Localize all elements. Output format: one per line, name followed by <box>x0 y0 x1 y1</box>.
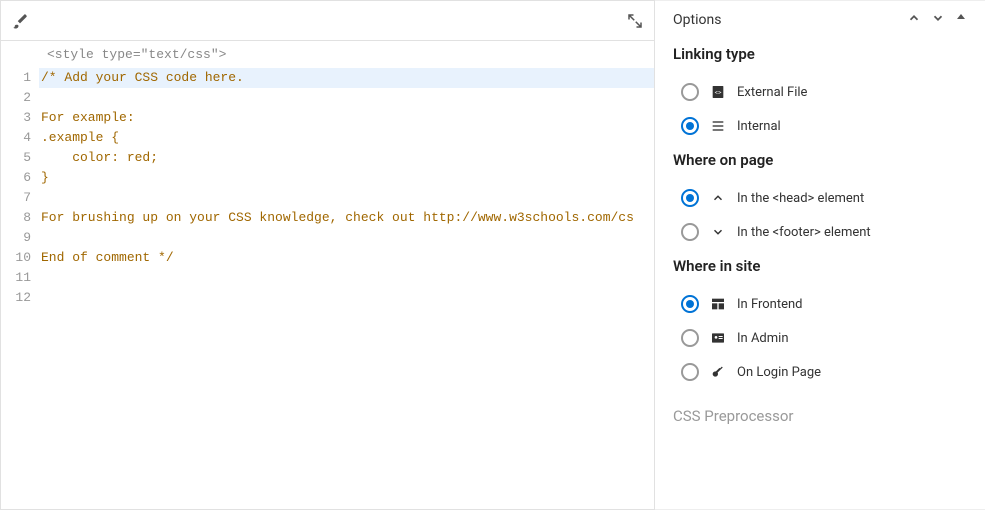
code-line[interactable]: } <box>39 168 654 188</box>
option-label: In Admin <box>737 331 789 346</box>
linking-type-external[interactable]: <> External File <box>681 75 967 109</box>
editor-toolbar <box>1 1 654 41</box>
options-title: Options <box>673 12 721 28</box>
options-panel: Options Linking type <> External File In… <box>655 0 985 510</box>
code-line[interactable]: End of comment */ <box>39 248 654 268</box>
caret-up-icon[interactable] <box>955 11 967 29</box>
editor-body[interactable]: 123456789101112 /* Add your CSS code her… <box>1 68 654 509</box>
line-gutter: 123456789101112 <box>1 68 39 509</box>
line-number: 7 <box>1 188 31 208</box>
code-line[interactable] <box>39 188 654 208</box>
option-label: In the <head> element <box>737 191 864 206</box>
chevron-down-icon <box>709 225 727 239</box>
id-card-icon <box>709 330 727 346</box>
editor-style-tag: <style type="text/css"> <box>1 41 654 68</box>
where-on-page-footer[interactable]: In the <footer> element <box>681 215 967 249</box>
where-in-site-admin[interactable]: In Admin <box>681 321 967 355</box>
fullscreen-icon[interactable] <box>626 12 644 30</box>
radio-icon <box>681 117 699 135</box>
radio-icon <box>681 295 699 313</box>
code-line[interactable]: /* Add your CSS code here. <box>39 68 654 88</box>
options-controls <box>907 11 967 29</box>
linking-type-title: Linking type <box>673 45 967 63</box>
where-on-page-head[interactable]: In the <head> element <box>681 181 967 215</box>
radio-icon <box>681 189 699 207</box>
line-number: 5 <box>1 148 31 168</box>
where-in-site-title: Where in site <box>673 257 967 275</box>
code-line[interactable] <box>39 268 654 288</box>
editor-panel: <style type="text/css"> 123456789101112 … <box>0 0 655 510</box>
line-number: 2 <box>1 88 31 108</box>
svg-text:<>: <> <box>715 89 722 97</box>
linking-type-internal[interactable]: Internal <box>681 109 967 143</box>
option-label: On Login Page <box>737 365 821 380</box>
line-number: 3 <box>1 108 31 128</box>
option-label: Internal <box>737 119 781 134</box>
where-on-page-title: Where on page <box>673 151 967 169</box>
where-on-page-group: In the <head> element In the <footer> el… <box>681 181 967 249</box>
radio-icon <box>681 223 699 241</box>
radio-icon <box>681 363 699 381</box>
where-in-site-group: In Frontend In Admin On Login Page <box>681 287 967 389</box>
code-line[interactable]: .example { <box>39 128 654 148</box>
lines-icon <box>709 118 727 134</box>
where-in-site-login[interactable]: On Login Page <box>681 355 967 389</box>
line-number: 11 <box>1 268 31 288</box>
file-code-icon: <> <box>709 84 727 100</box>
options-header: Options <box>673 9 967 39</box>
radio-icon <box>681 329 699 347</box>
key-icon <box>709 364 727 380</box>
chevron-up-icon <box>709 191 727 205</box>
line-number: 6 <box>1 168 31 188</box>
where-in-site-frontend[interactable]: In Frontend <box>681 287 967 321</box>
code-line[interactable]: For brushing up on your CSS knowledge, c… <box>39 208 654 228</box>
chevron-down-icon[interactable] <box>931 11 945 29</box>
option-label: External File <box>737 85 807 100</box>
option-label: In Frontend <box>737 297 803 312</box>
line-number: 4 <box>1 128 31 148</box>
radio-icon <box>681 83 699 101</box>
line-number: 1 <box>1 68 31 88</box>
preprocessor-title: CSS Preprocessor <box>673 407 967 425</box>
code-line[interactable] <box>39 288 654 308</box>
code-line[interactable] <box>39 228 654 248</box>
code-line[interactable]: color: red; <box>39 148 654 168</box>
line-number: 10 <box>1 248 31 268</box>
line-number: 8 <box>1 208 31 228</box>
brush-icon[interactable] <box>11 12 29 30</box>
code-line[interactable] <box>39 88 654 108</box>
line-number: 12 <box>1 288 31 308</box>
code-line[interactable]: For example: <box>39 108 654 128</box>
chevron-up-icon[interactable] <box>907 11 921 29</box>
layout-icon <box>709 296 727 312</box>
option-label: In the <footer> element <box>737 225 871 240</box>
linking-type-group: <> External File Internal <box>681 75 967 143</box>
line-number: 9 <box>1 228 31 248</box>
code-area[interactable]: /* Add your CSS code here. For example:.e… <box>39 68 654 509</box>
